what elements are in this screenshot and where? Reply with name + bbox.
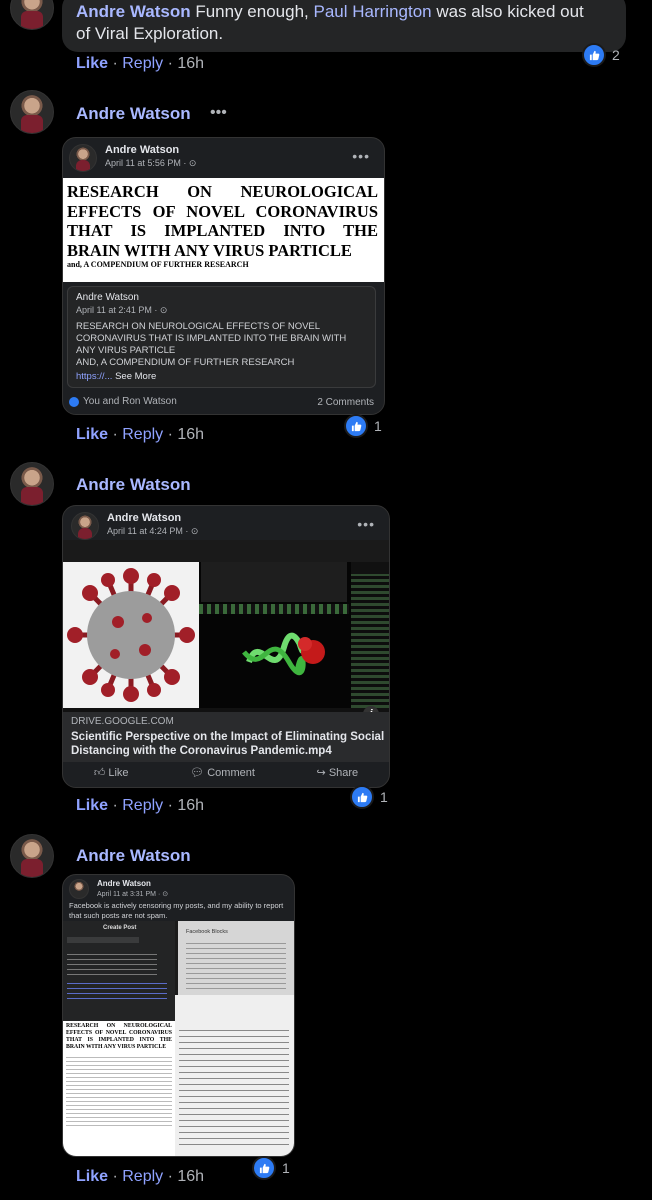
reaction-count[interactable]: 2 (582, 43, 620, 67)
thumbs-up-icon (350, 785, 374, 809)
shared-post-card[interactable]: Andre Watson April 11 at 5:56 PM · ⊙ •••… (62, 137, 385, 415)
shared-post-card[interactable]: Andre Watson April 11 at 3:31 PM · ⊙ Fac… (62, 874, 295, 1157)
comment-button[interactable]: 💬︎ Comment (190, 766, 255, 779)
post-date[interactable]: April 11 at 5:56 PM · ⊙ (105, 158, 196, 169)
timestamp[interactable]: 16h (177, 55, 204, 72)
see-more-link[interactable]: See More (115, 371, 156, 382)
post-reactions[interactable]: You and Ron Watson (69, 396, 177, 407)
post-text: Facebook is actively censoring my posts,… (69, 901, 284, 920)
comment-author[interactable]: Andre Watson (76, 846, 191, 866)
globe-icon: ⊙ (159, 305, 168, 315)
globe-icon: ⊙ (162, 891, 169, 898)
link-preview[interactable]: DRIVE.GOOGLE.COM Scientific Perspective … (63, 712, 389, 762)
comment-count[interactable]: 2 Comments (317, 397, 374, 408)
reply-link[interactable]: Reply (122, 1168, 163, 1185)
globe-icon: ⊙ (190, 526, 199, 536)
reaction-count[interactable]: 1 (344, 414, 382, 438)
comment-actions: Like · Reply · 16h (76, 426, 205, 443)
avatar[interactable] (10, 462, 54, 506)
virus-image (63, 562, 199, 708)
globe-icon: ⊙ (188, 158, 197, 168)
link-domain: DRIVE.GOOGLE.COM (71, 716, 174, 727)
link-title: Scientific Perspective on the Impact of … (71, 731, 385, 757)
avatar[interactable] (10, 0, 54, 30)
protein-structure-image (242, 632, 325, 676)
reply-link[interactable]: Reply (122, 426, 163, 443)
like-link[interactable]: Like (76, 55, 108, 72)
more-options-icon[interactable]: ••• (210, 104, 227, 122)
post-action-bar: 👍︎ Like 💬︎ Comment ↪ Share (63, 766, 389, 779)
avatar[interactable] (71, 512, 99, 540)
thumbs-up-icon (69, 396, 79, 407)
thumbs-up-icon (252, 1156, 276, 1180)
share-button[interactable]: ↪ Share (317, 766, 359, 779)
comment-author[interactable]: Andre Watson (76, 104, 191, 124)
post-link[interactable]: https://... (76, 371, 112, 382)
thumbs-up-icon (582, 43, 606, 67)
timestamp[interactable]: 16h (177, 1168, 204, 1185)
thumbs-up-icon (344, 414, 368, 438)
screenshot-image[interactable]: Create Post Facebook Blocks RESEARCH ON … (63, 921, 294, 1156)
document-preview[interactable]: RESEARCH ON NEUROLOGICAL EFFECTS OF NOVE… (63, 178, 384, 282)
comment-author[interactable]: Andre Watson (76, 475, 191, 495)
avatar[interactable] (69, 879, 89, 899)
avatar[interactable] (10, 90, 54, 134)
like-link[interactable]: Like (76, 426, 108, 443)
avatar[interactable] (69, 144, 97, 172)
quoted-post[interactable]: Andre Watson April 11 at 2:41 PM · ⊙ RES… (67, 286, 376, 388)
post-author[interactable]: Andre Watson (105, 144, 196, 156)
comment-text: Andre Watson Funny enough, Paul Harringt… (76, 2, 584, 43)
comment-actions: Like · Reply · 16h (76, 55, 205, 72)
more-options-icon[interactable]: ••• (357, 516, 375, 532)
video-thumbnail[interactable]: i (63, 540, 389, 722)
post-author[interactable]: Andre Watson (97, 879, 168, 888)
reaction-count[interactable]: 1 (252, 1156, 290, 1180)
quoted-post-text: RESEARCH ON NEUROLOGICAL EFFECTS OF NOVE… (76, 321, 347, 368)
like-link[interactable]: Like (76, 797, 108, 814)
timestamp[interactable]: 16h (177, 426, 204, 443)
like-button[interactable]: 👍︎ Like (94, 766, 129, 779)
reply-link[interactable]: Reply (122, 797, 163, 814)
comment-actions: Like · Reply · 16h (76, 1168, 205, 1185)
mention-link[interactable]: Paul Harrington (313, 2, 431, 21)
shared-post-card[interactable]: Andre Watson April 11 at 4:24 PM · ⊙ ••• (62, 505, 390, 788)
reaction-count[interactable]: 1 (350, 785, 388, 809)
timestamp[interactable]: 16h (177, 797, 204, 814)
comment-actions: Like · Reply · 16h (76, 797, 205, 814)
like-link[interactable]: Like (76, 1168, 108, 1185)
post-author[interactable]: Andre Watson (107, 512, 198, 524)
avatar[interactable] (10, 834, 54, 878)
post-date[interactable]: April 11 at 4:24 PM · ⊙ (107, 526, 198, 537)
more-options-icon[interactable]: ••• (352, 148, 370, 164)
comment-author[interactable]: Andre Watson (76, 2, 191, 21)
reply-link[interactable]: Reply (122, 55, 163, 72)
